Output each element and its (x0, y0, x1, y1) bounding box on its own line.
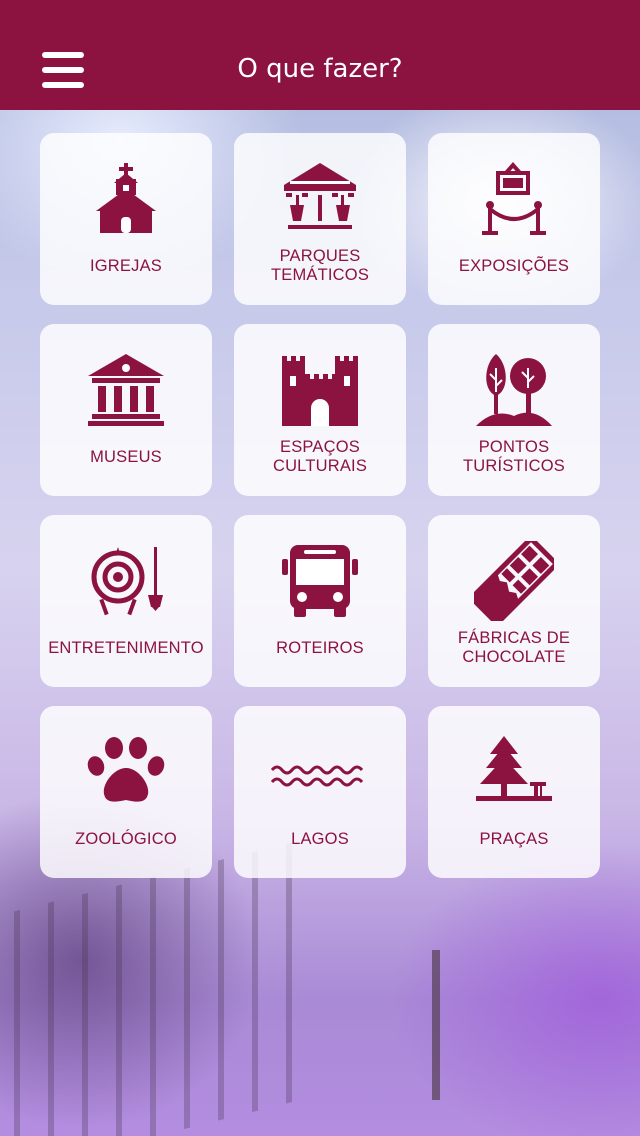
page-title: O que fazer? (237, 54, 403, 84)
tile-igrejas[interactable]: IGREJAS (40, 133, 212, 305)
trees-icon (474, 350, 554, 430)
tile-lagos[interactable]: LAGOS (234, 706, 406, 878)
tile-pontos-turisticos[interactable]: PONTOS TURÍSTICOS (428, 324, 600, 496)
church-icon (86, 159, 166, 239)
tile-label: ROTEIROS (276, 639, 364, 657)
bus-icon (280, 541, 360, 621)
park-tree-bench-icon (474, 732, 554, 812)
background-post (432, 950, 440, 1100)
castle-icon (280, 350, 360, 430)
carousel-icon (280, 159, 360, 239)
tile-fabricas-de-chocolate[interactable]: FÁBRICAS DE CHOCOLATE (428, 515, 600, 687)
tile-label: ZOOLÓGICO (75, 830, 177, 848)
tile-parques-tematicos[interactable]: PARQUES TEMÁTICOS (234, 133, 406, 305)
tile-label: FÁBRICAS DE CHOCOLATE (457, 629, 571, 666)
tile-label: EXPOSIÇÕES (458, 257, 570, 275)
tile-pracas[interactable]: PRAÇAS (428, 706, 600, 878)
tile-exposicoes[interactable]: EXPOSIÇÕES (428, 133, 600, 305)
tile-label: ESPAÇOS CULTURAIS (272, 438, 368, 475)
tile-label: PONTOS TURÍSTICOS (463, 438, 565, 475)
tile-roteiros[interactable]: ROTEIROS (234, 515, 406, 687)
chocolate-bar-icon (474, 541, 554, 621)
target-dart-icon (86, 541, 166, 621)
museum-icon (86, 350, 166, 430)
tile-label: LAGOS (291, 830, 349, 848)
top-bar: O que fazer? (0, 0, 640, 110)
tile-espacos-culturais[interactable]: ESPAÇOS CULTURAIS (234, 324, 406, 496)
tile-label: MUSEUS (90, 448, 162, 466)
tile-label: PARQUES TEMÁTICOS (270, 247, 370, 284)
tile-label: PRAÇAS (479, 830, 549, 848)
tile-museus[interactable]: MUSEUS (40, 324, 212, 496)
tile-label: IGREJAS (89, 257, 162, 275)
waves-icon (270, 732, 364, 812)
tile-zoologico[interactable]: ZOOLÓGICO (40, 706, 212, 878)
exhibition-icon (474, 159, 554, 239)
tile-label: ENTRETENIMENTO (48, 639, 204, 657)
tile-entretenimento[interactable]: ENTRETENIMENTO (40, 515, 212, 687)
paw-icon (86, 732, 166, 812)
